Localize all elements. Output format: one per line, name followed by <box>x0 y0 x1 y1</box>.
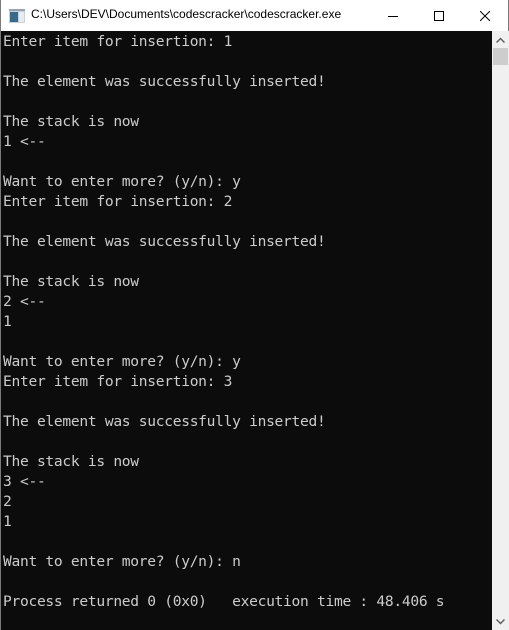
console-line: 2 <-- <box>3 293 46 310</box>
console-line: 3 <-- <box>3 473 46 490</box>
minimize-button[interactable] <box>370 0 416 31</box>
console-line: The element was successfully inserted! <box>3 233 326 250</box>
console-line: Enter item for insertion: 2 <box>3 193 233 210</box>
vertical-scrollbar[interactable] <box>492 31 509 630</box>
console-line: 1 <box>3 313 12 330</box>
console-line: Enter item for insertion: 1 <box>3 33 233 50</box>
console-line: 2 <box>3 493 12 510</box>
console-line: Process returned 0 (0x0) execution time … <box>3 593 445 610</box>
console-window: C:\Users\DEV\Documents\codescracker\code… <box>0 0 509 630</box>
console-line: 1 <-- <box>3 133 46 150</box>
chevron-up-icon <box>496 36 505 43</box>
console-line: The element was successfully inserted! <box>3 73 326 90</box>
minimize-icon <box>388 15 398 17</box>
console-line: The stack is now <box>3 453 139 470</box>
console-line: The stack is now <box>3 113 139 130</box>
window-title: C:\Users\DEV\Documents\codescracker\code… <box>31 7 342 21</box>
console-line: The stack is now <box>3 273 139 290</box>
close-icon <box>480 10 490 21</box>
maximize-icon <box>434 10 444 21</box>
maximize-button[interactable] <box>416 0 462 31</box>
scroll-up-button[interactable] <box>492 31 509 48</box>
scroll-down-button[interactable] <box>492 613 509 630</box>
console-line: Want to enter more? (y/n): n <box>3 553 241 570</box>
console-line: The element was successfully inserted! <box>3 413 326 430</box>
console-line: 1 <box>3 513 12 530</box>
title-bar[interactable]: C:\Users\DEV\Documents\codescracker\code… <box>1 0 508 31</box>
console-output[interactable]: Enter item for insertion: 1 The element w… <box>2 31 493 630</box>
scrollbar-thumb[interactable] <box>493 48 508 65</box>
console-app-icon <box>9 8 25 23</box>
console-line: Want to enter more? (y/n): y <box>3 173 241 190</box>
close-button[interactable] <box>462 0 508 31</box>
console-line: Enter item for insertion: 3 <box>3 373 233 390</box>
chevron-down-icon <box>496 618 505 625</box>
console-line: Want to enter more? (y/n): y <box>3 353 241 370</box>
